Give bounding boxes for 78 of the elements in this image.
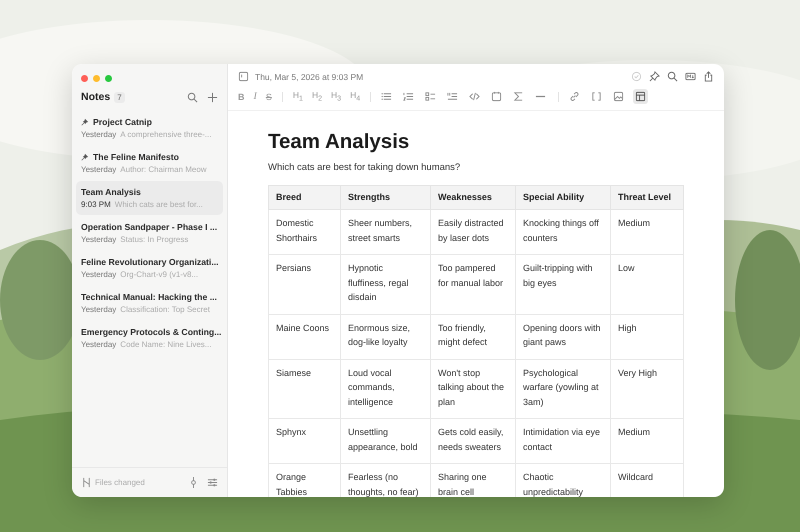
timestamp: Thu, Mar 5, 2026 at 9:03 PM: [255, 72, 364, 82]
note-date: Yesterday: [81, 340, 116, 349]
table-cell: Persians: [268, 254, 340, 314]
table-cell: Hypnotic fluffiness, regal disdain: [340, 254, 430, 314]
column-header: Special Ability: [516, 186, 610, 210]
column-header: Breed: [268, 186, 340, 210]
note-title: The Feline Manifesto: [93, 152, 179, 162]
column-header: Threat Level: [610, 186, 684, 210]
note-date: Yesterday: [81, 270, 116, 279]
note-heading: Team Analysis: [268, 130, 410, 154]
table-cell: Low: [610, 254, 684, 314]
column-header: Strengths: [340, 186, 430, 210]
note-item[interactable]: Team Analysis 9:03 PM Which cats are best for...: [76, 181, 223, 215]
note-date: Yesterday: [81, 165, 116, 174]
add-icon[interactable]: [207, 92, 218, 102]
note-preview: Code Name: Nine Lives...: [120, 340, 212, 349]
note-preview: Org-Chart-v9 (v1-v8...: [120, 270, 198, 279]
note-preview: Which cats are best for...: [114, 200, 203, 209]
search-icon[interactable]: [667, 71, 678, 82]
table-icon[interactable]: [633, 89, 648, 104]
files-changed-label: Files changed: [95, 478, 145, 487]
note-date: Yesterday: [81, 130, 116, 139]
note-title: Emergency Protocols & Conting...: [81, 327, 222, 337]
note-item[interactable]: The Feline Manifesto Yesterday Author: Chairman Meow: [76, 146, 223, 180]
column-header: Weaknesses: [430, 186, 516, 210]
note-title: Project Catnip: [93, 117, 152, 127]
note-preview: Status: In Progress: [120, 235, 188, 244]
table-cell: Domestic Shorthairs: [268, 210, 340, 254]
note-title: Technical Manual: Hacking the ...: [81, 292, 217, 302]
note-preview: Author: Chairman Meow: [120, 165, 207, 174]
table-cell: Gets cold easily, needs sweaters: [430, 418, 516, 464]
share-icon[interactable]: [703, 71, 714, 82]
table-cell: Sheer numbers, street smarts: [340, 210, 430, 254]
table-cell: Medium: [610, 210, 684, 254]
note-item[interactable]: Project Catnip Yesterday A comprehensive three-...: [76, 111, 223, 145]
note-date: 9:03 PM: [81, 200, 111, 209]
table-cell: Unsettling appearance, bold: [340, 418, 430, 464]
table-cell: Too friendly, might defect: [430, 314, 516, 359]
search-icon[interactable]: [187, 92, 198, 102]
note-icon[interactable]: [238, 71, 249, 82]
note-subtitle: Which cats are best for taking down humans?: [268, 162, 462, 173]
note-title: Operation Sandpaper - Phase I ...: [81, 222, 218, 232]
table-cell: Maine Coons: [268, 314, 340, 359]
check-circle-icon[interactable]: [631, 71, 642, 82]
note-preview: A comprehensive three-...: [120, 130, 212, 139]
table-cell: Knocking things off counters: [516, 210, 610, 254]
sidebar-title: Notes: [81, 91, 110, 103]
pin-icon[interactable]: [649, 71, 660, 82]
zoom-button[interactable]: [105, 75, 112, 82]
branch-icon[interactable]: [81, 477, 92, 488]
note-preview: Classification: Top Secret: [120, 305, 210, 314]
table-cell: Sphynx: [268, 418, 340, 464]
table-cell: Orange Tabbies: [268, 464, 340, 497]
table-cell: Enormous size, dog-like loyalty: [340, 314, 430, 359]
note-item[interactable]: Feline Revolutionary Organizati... Yesterday Org-Chart-v9 (v1-v8...: [76, 251, 223, 285]
sliders-icon[interactable]: [207, 477, 218, 488]
note-title: Team Analysis: [81, 187, 141, 197]
note-item[interactable]: Emergency Protocols & Conting... Yesterday Code Name: Nine Lives...: [76, 321, 223, 355]
table-cell: Easily distracted by laser dots: [430, 210, 516, 254]
table-cell: Guilt-tripping with big eyes: [516, 254, 610, 314]
note-date: Yesterday: [81, 305, 116, 314]
table-cell: High: [610, 314, 684, 359]
table-cell: Psychological warfare (yowling at 3am): [516, 359, 610, 418]
table-cell: Won't stop talking about the plan: [430, 359, 516, 418]
count-badge: 7: [114, 92, 125, 102]
note-date: Yesterday: [81, 235, 116, 244]
note-item[interactable]: Operation Sandpaper - Phase I ... Yesterday Status: In Progress: [76, 216, 223, 250]
table-cell: Siamese: [268, 359, 340, 418]
table-cell: Medium: [610, 418, 684, 464]
table-cell: Too pampered for manual labor: [430, 254, 516, 314]
close-button[interactable]: [81, 75, 88, 82]
table-cell: Opening doors with giant paws: [516, 314, 610, 359]
table-cell: Intimidation via eye contact: [516, 418, 610, 464]
table-cell: Very High: [610, 359, 684, 418]
markdown-icon[interactable]: [685, 71, 696, 82]
table-cell: Loud vocal commands, intelligence: [340, 359, 430, 418]
note-title: Feline Revolutionary Organizati...: [81, 257, 219, 267]
note-item[interactable]: Technical Manual: Hacking the ... Yesterday Classification: Top Secret: [76, 286, 223, 320]
